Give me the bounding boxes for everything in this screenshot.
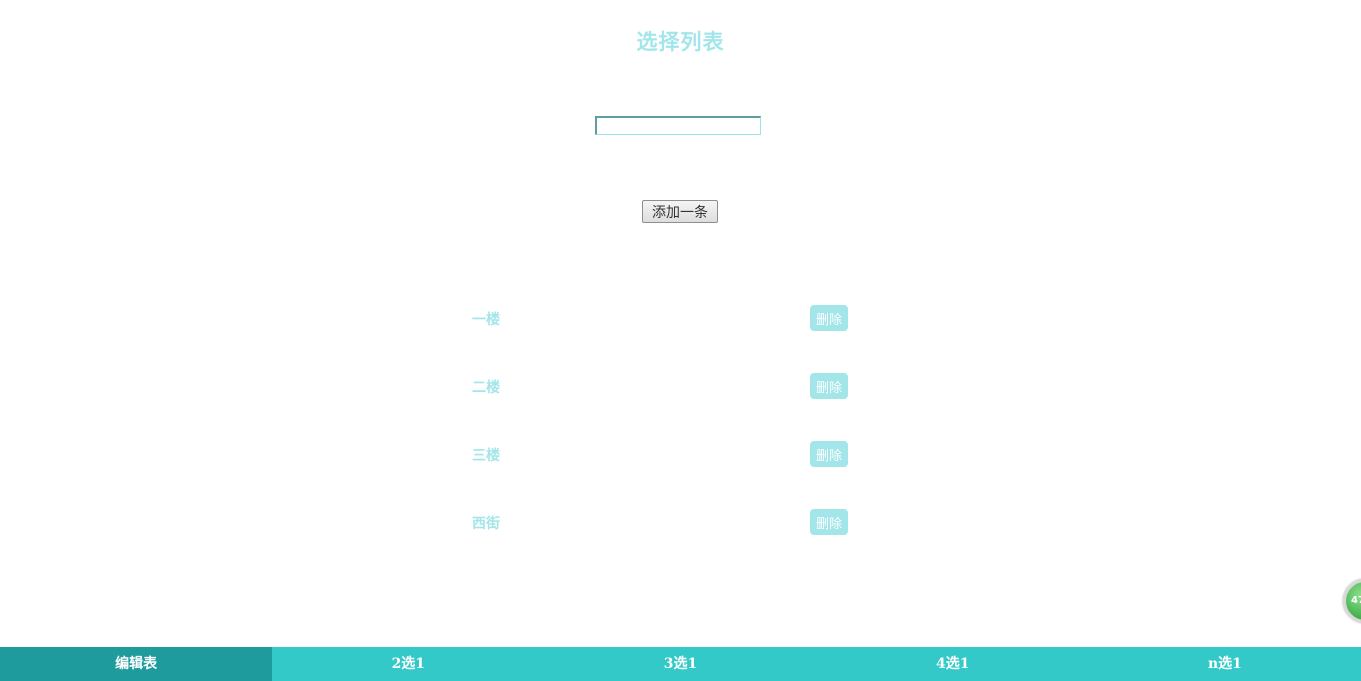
item-input[interactable] — [595, 116, 761, 135]
list-item: 西街 删除 — [0, 509, 1361, 535]
list-item-label: 一楼 — [472, 312, 500, 328]
page: 选择列表 添加一条 一楼 删除 二楼 删除 三楼 删除 西街 删除 47 编辑表… — [0, 0, 1361, 681]
floating-counter-badge[interactable]: 47 — [1343, 579, 1361, 623]
delete-button[interactable]: 删除 — [810, 305, 848, 331]
bottom-tab-bar: 编辑表 2选1 3选1 4选1 n选1 — [0, 647, 1361, 681]
delete-button[interactable]: 删除 — [810, 441, 848, 467]
tab-choose-1-of-2[interactable]: 2选1 — [272, 647, 544, 681]
tab-choose-1-of-3[interactable]: 3选1 — [544, 647, 816, 681]
tab-edit-table[interactable]: 编辑表 — [0, 647, 273, 681]
list-item-label: 西街 — [472, 516, 500, 532]
add-item-button[interactable]: 添加一条 — [642, 200, 718, 223]
delete-button[interactable]: 删除 — [810, 509, 848, 535]
page-title: 选择列表 — [636, 29, 725, 54]
tab-choose-1-of-4[interactable]: 4选1 — [817, 647, 1089, 681]
list-item-label: 三楼 — [472, 448, 500, 464]
list-item: 二楼 删除 — [0, 373, 1361, 399]
delete-button[interactable]: 删除 — [810, 373, 848, 399]
list-item: 三楼 删除 — [0, 441, 1361, 467]
list-item-label: 二楼 — [472, 380, 500, 396]
tab-choose-1-of-n[interactable]: n选1 — [1089, 647, 1361, 681]
list-item: 一楼 删除 — [0, 305, 1361, 331]
